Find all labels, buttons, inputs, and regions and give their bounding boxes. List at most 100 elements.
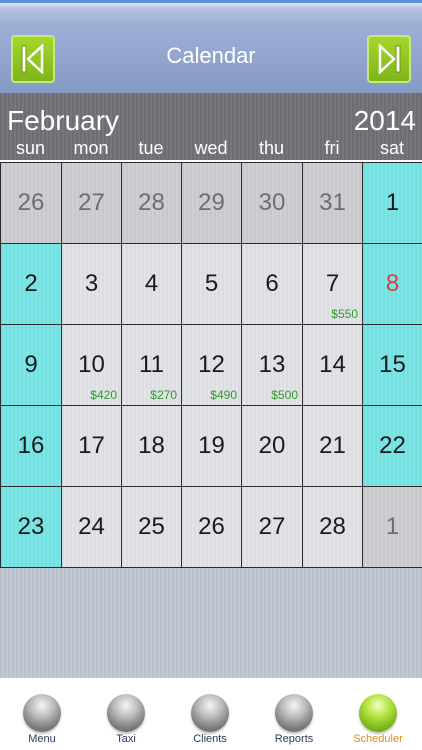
calendar-day-cell[interactable]: 22: [362, 405, 422, 487]
day-number: 20: [258, 432, 286, 459]
calendar-day-cell[interactable]: 24: [61, 486, 122, 568]
day-number: 4: [144, 270, 159, 297]
calendar-day-cell[interactable]: 7 $550: [302, 243, 363, 325]
calendar-day-cell[interactable]: 11 $270: [121, 324, 182, 406]
clients-ball-icon: [191, 694, 229, 732]
day-number: 7: [325, 270, 340, 297]
weekday-label: sat: [379, 138, 404, 158]
day-earnings: $500: [271, 388, 298, 402]
calendar-day-cell[interactable]: 27: [241, 486, 303, 568]
tab-clients[interactable]: Clients: [168, 678, 252, 750]
calendar-day-cell[interactable]: 21: [302, 405, 363, 487]
tab-scheduler[interactable]: Scheduler: [336, 678, 420, 750]
calendar-day-cell[interactable]: 18: [121, 405, 182, 487]
calendar-day-cell[interactable]: 17: [61, 405, 122, 487]
calendar-day-cell[interactable]: 10 $420: [61, 324, 122, 406]
day-number: 1: [385, 513, 400, 540]
day-number: 27: [258, 513, 286, 540]
calendar-grid: 26 27 28 29 30 31 1 2 3 4 5 6 7 $550 8 9 10 $420 11 $270 12 $…: [0, 162, 422, 568]
calendar-day-cell[interactable]: 6: [241, 243, 303, 325]
day-number: 5: [204, 270, 219, 297]
calendar-day-cell[interactable]: 20: [241, 405, 303, 487]
day-number: 26: [198, 513, 225, 540]
day-number: 24: [78, 513, 105, 540]
day-number: 9: [24, 351, 38, 378]
calendar-day-cell[interactable]: 31: [302, 162, 363, 244]
year-label: 2014: [353, 105, 416, 136]
tab-reports[interactable]: Reports: [252, 678, 336, 750]
next-month-button[interactable]: [367, 35, 411, 83]
day-number: 23: [17, 513, 45, 540]
calendar-day-cell[interactable]: 19: [181, 405, 242, 487]
scheduler-ball-icon: [359, 694, 397, 732]
calendar-day-cell[interactable]: 28: [302, 486, 363, 568]
month-name: February: [7, 105, 120, 136]
day-number: 13: [258, 351, 286, 378]
day-number: 31: [319, 189, 346, 216]
day-number: 15: [379, 351, 406, 378]
tab-label: Scheduler: [353, 733, 403, 745]
day-number: 8: [385, 270, 400, 297]
calendar-day-cell[interactable]: 14: [302, 324, 363, 406]
day-number: 14: [319, 351, 346, 378]
calendar-day-cell[interactable]: 26: [181, 486, 242, 568]
day-earnings: $550: [331, 307, 358, 321]
calendar-day-cell[interactable]: 28: [121, 162, 182, 244]
day-earnings: $270: [150, 388, 177, 402]
tab-menu[interactable]: Menu: [0, 678, 84, 750]
weekday-label: fri: [324, 138, 340, 158]
reports-ball-icon: [275, 694, 313, 732]
header-bar: Calendar: [0, 0, 422, 93]
day-number: 2: [24, 270, 38, 297]
weekday-label: wed: [194, 138, 228, 158]
day-earnings: $490: [210, 388, 237, 402]
day-number: 30: [258, 189, 286, 216]
day-number: 19: [198, 432, 225, 459]
day-number: 11: [139, 351, 164, 378]
weekday-row: sun mon tue wed thu fri sat: [0, 138, 422, 160]
day-number: 6: [265, 270, 279, 297]
weekday-label: sun: [15, 138, 46, 158]
bottom-tab-bar: Menu Taxi Clients Reports Scheduler: [0, 678, 422, 750]
day-number: 18: [138, 432, 165, 459]
weekday-label: mon: [73, 138, 109, 158]
calendar-day-cell[interactable]: 3: [61, 243, 122, 325]
calendar-day-cell[interactable]: 4: [121, 243, 182, 325]
day-number: 10: [78, 351, 105, 378]
day-number: 17: [78, 432, 105, 459]
calendar-day-cell[interactable]: 29: [181, 162, 242, 244]
tab-label: Reports: [274, 733, 314, 745]
calendar-day-cell[interactable]: 30: [241, 162, 303, 244]
page-title: Calendar: [166, 43, 256, 68]
calendar-day-cell[interactable]: 13 $500: [241, 324, 303, 406]
empty-area: [0, 568, 422, 678]
calendar-day-cell[interactable]: 1: [362, 162, 422, 244]
tab-label: Taxi: [116, 733, 136, 745]
calendar-day-cell[interactable]: 16: [0, 405, 62, 487]
calendar-day-cell[interactable]: 2: [0, 243, 62, 325]
day-number: 12: [198, 351, 225, 378]
calendar-day-cell[interactable]: 15: [362, 324, 422, 406]
day-number: 28: [138, 189, 165, 216]
weekday-label: thu: [258, 138, 285, 158]
day-number: 28: [319, 513, 346, 540]
tab-taxi[interactable]: Taxi: [84, 678, 168, 750]
calendar-day-cell[interactable]: 1: [362, 486, 422, 568]
day-number: 16: [17, 432, 45, 459]
day-number: 22: [379, 432, 406, 459]
calendar-day-cell[interactable]: 23: [0, 486, 62, 568]
menu-ball-icon: [23, 694, 61, 732]
calendar-day-cell[interactable]: 25: [121, 486, 182, 568]
taxi-ball-icon: [107, 694, 145, 732]
day-number: 1: [385, 189, 400, 216]
calendar-day-cell[interactable]: 5: [181, 243, 242, 325]
day-number: 27: [78, 189, 105, 216]
weekday-label: tue: [138, 138, 164, 158]
day-number: 29: [198, 189, 225, 216]
calendar-day-cell[interactable]: 27: [61, 162, 122, 244]
calendar-day-cell[interactable]: 9: [0, 324, 62, 406]
calendar-day-cell[interactable]: 26: [0, 162, 62, 244]
calendar-day-cell[interactable]: 8: [362, 243, 422, 325]
day-number: 21: [319, 432, 346, 459]
calendar-day-cell[interactable]: 12 $490: [181, 324, 242, 406]
